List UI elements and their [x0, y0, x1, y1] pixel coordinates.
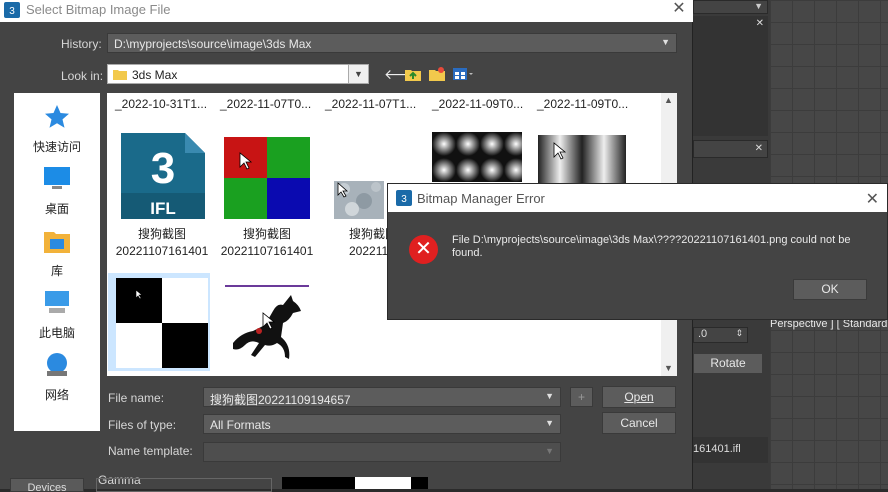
sidebar-item-label: 此电脑	[38, 326, 75, 340]
spinner-value: .0	[698, 328, 708, 340]
bg-file-field: 161401.ifl	[693, 437, 768, 463]
sidebar-item-label: 桌面	[44, 202, 69, 216]
preview-bar	[282, 477, 428, 489]
filename-value: 搜狗截图20221109194657	[210, 393, 351, 407]
bitmap-manager-error-dialog: 3 Bitmap Manager Error ✕ ✕ File D:\mypro…	[387, 183, 888, 320]
history-value: D:\myprojects\source\image\3ds Max	[114, 37, 312, 51]
folder-icon	[113, 70, 127, 80]
bg-subheader: ✕	[693, 140, 768, 158]
thumbnail-image	[233, 295, 301, 359]
bg-file-text: 161401.ifl	[693, 443, 741, 455]
desktop-icon	[44, 167, 70, 189]
filetype-value: All Formats	[210, 418, 271, 432]
rotate-button[interactable]: Rotate	[693, 353, 763, 374]
error-message: File D:\myprojects\source\image\3ds Max\…	[452, 234, 851, 259]
chevron-down-icon: ▼	[545, 418, 554, 428]
sidebar-item-library[interactable]: 库	[14, 227, 100, 279]
file-tile-caption: 搜狗截图 20221107161401	[107, 226, 217, 260]
ok-button[interactable]: OK	[793, 279, 867, 300]
sidebar-item-desktop[interactable]: 桌面	[14, 165, 100, 217]
scroll-up-icon[interactable]: ▲	[664, 95, 673, 105]
bg-panel-top: ✕	[693, 16, 768, 136]
lookin-dropdown[interactable]: 3ds Max ▼	[107, 64, 369, 84]
file-name-top[interactable]: _2022-11-09T0...	[432, 97, 523, 111]
chevron-down-icon: ▼	[348, 65, 368, 83]
gamma-group	[96, 478, 272, 492]
thumbnail-image	[224, 137, 310, 219]
filetype-label: Files of type:	[108, 418, 177, 432]
error-titlebar[interactable]: 3 Bitmap Manager Error ✕	[388, 184, 887, 212]
nametemplate-dropdown[interactable]: ▼	[203, 442, 561, 462]
lookin-label: Look in:	[61, 69, 104, 83]
thumbnail-image	[116, 278, 208, 368]
new-folder-icon[interactable]	[428, 66, 446, 82]
sidebar-item-label: 网络	[44, 388, 69, 402]
filename-label: File name:	[108, 391, 165, 405]
bg-header: ▼	[693, 0, 768, 14]
sidebar-item-this-pc[interactable]: 此电脑	[14, 289, 100, 341]
open-button[interactable]: Open	[602, 386, 676, 408]
history-dropdown[interactable]: D:\myprojects\source\image\3ds Max ▼	[107, 33, 677, 53]
devices-button[interactable]: Devices	[10, 478, 84, 492]
caption-line2: 20221107161401	[115, 244, 209, 258]
filename-input[interactable]: 搜狗截图20221109194657 ▼	[203, 387, 561, 407]
history-label: History:	[61, 37, 102, 51]
file-tile-color-image[interactable]	[224, 137, 310, 219]
caption-line2: 20221107161401	[220, 244, 314, 258]
error-icon: ✕	[409, 235, 438, 264]
close-icon[interactable]: ✕	[866, 189, 879, 209]
thumbnail-image	[334, 181, 384, 219]
up-folder-icon[interactable]	[404, 66, 422, 82]
caption-line1: 搜狗截图	[242, 227, 291, 241]
viewport-label[interactable]: Perspective ] [ Standard	[770, 318, 888, 334]
file-tile-stripes-image[interactable]	[538, 135, 626, 183]
nametemplate-label: Name template:	[108, 444, 193, 458]
sidebar-item-network[interactable]: 网络	[14, 351, 100, 403]
caption-line1: 搜狗截图	[137, 227, 186, 241]
file-name-top[interactable]: _2022-11-07T0...	[220, 97, 311, 111]
svg-text:3: 3	[401, 194, 407, 205]
lookin-value: 3ds Max	[132, 68, 178, 82]
filetype-dropdown[interactable]: All Formats ▼	[203, 414, 561, 434]
sidebar-item-quick-access[interactable]: 快速访问	[14, 103, 100, 155]
thumbnail-image	[538, 135, 626, 183]
file-tile-checker-image[interactable]	[108, 273, 210, 371]
file-name-top[interactable]: _2022-10-31T1...	[115, 97, 207, 111]
file-tile-horse-image[interactable]	[225, 285, 309, 369]
svg-text:3: 3	[9, 6, 15, 17]
scroll-down-icon[interactable]: ▼	[664, 363, 673, 373]
file-tile-dots-image[interactable]	[432, 132, 528, 182]
library-icon	[44, 232, 70, 253]
svg-text:IFL: IFL	[150, 199, 176, 218]
chevron-down-icon: ▼	[545, 391, 554, 401]
3dsmax-app-icon: 3	[4, 2, 20, 18]
file-tile-caption: 搜狗截图 20221107161401	[212, 226, 322, 260]
chevron-down-icon: ▼	[661, 37, 670, 47]
network-icon	[47, 353, 67, 376]
ifl-file-icon: 3 IFL	[121, 133, 205, 219]
file-name-top[interactable]: _2022-11-07T1...	[325, 97, 416, 111]
star-icon	[45, 105, 69, 128]
svg-text:3: 3	[151, 144, 175, 193]
chevron-down-icon: ▼	[545, 446, 554, 456]
thumbnail-image	[432, 132, 528, 182]
3dsmax-app-icon: 3	[396, 190, 412, 206]
cancel-button[interactable]: Cancel	[602, 412, 676, 434]
close-icon[interactable]: ✕	[669, 0, 689, 20]
plus-button[interactable]: +	[570, 387, 593, 407]
file-tile-noise-image[interactable]	[334, 181, 384, 219]
view-menu-icon[interactable]	[452, 66, 474, 82]
dialog-title: Select Bitmap Image File	[26, 2, 171, 17]
dialog-titlebar[interactable]: 3 Select Bitmap Image File ✕	[0, 0, 693, 22]
sidebar-item-label: 快速访问	[32, 140, 81, 154]
spinner-field[interactable]: .0 ⇕	[693, 327, 748, 343]
file-tile-ifl[interactable]: 3 IFL	[117, 129, 209, 223]
sidebar-item-label: 库	[50, 264, 63, 278]
places-sidebar: 快速访问 桌面 库 此电脑 网络	[14, 93, 100, 431]
error-title: Bitmap Manager Error	[417, 191, 545, 206]
computer-icon	[45, 291, 69, 313]
file-name-top[interactable]: _2022-11-09T0...	[537, 97, 628, 111]
